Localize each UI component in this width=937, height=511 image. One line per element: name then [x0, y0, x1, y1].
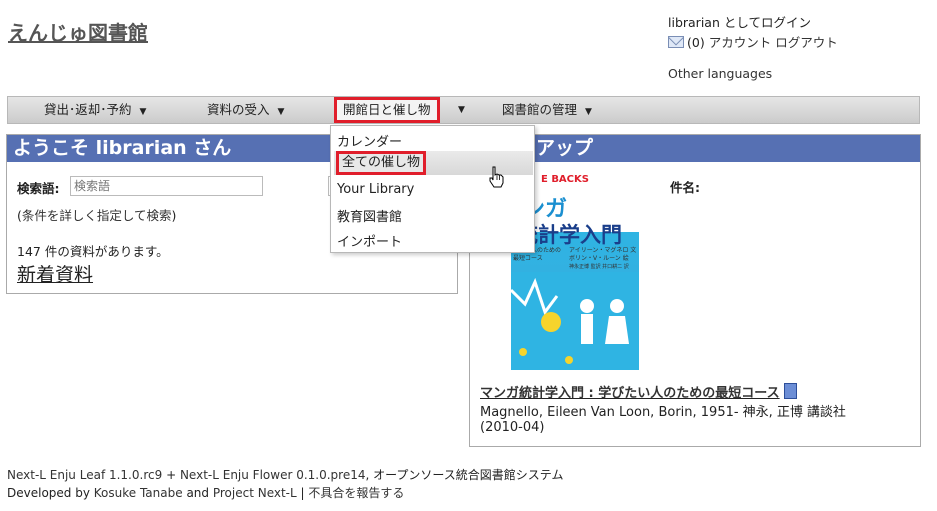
book-icon: [783, 383, 797, 399]
author-link[interactable]: 神永, 正博: [743, 405, 803, 420]
mail-icon[interactable]: [668, 36, 684, 48]
caret-down-icon: ▼: [139, 107, 147, 117]
events-dropdown-menu: カレンダー 全ての催し物 Your Library 教育図書館 インポート: [330, 125, 535, 253]
hand-cursor-icon: [489, 166, 504, 188]
cover-author-1: アイリーン・マグネロ 文: [569, 246, 636, 254]
cover-subtitle-2: 最短コース: [513, 254, 543, 262]
author-link[interactable]: Van Loon, Borin, 1951-: [591, 405, 739, 420]
menu-item-all-events-label: 全ての催し物: [336, 151, 427, 175]
book-authors: Magnello, Eileen Van Loon, Borin, 1951- 神永…: [480, 401, 850, 420]
login-status: librarian としてログイン: [668, 15, 811, 30]
publisher-link[interactable]: 講談社: [807, 405, 846, 420]
advanced-search-link[interactable]: 条件を詳しく指定して検索: [22, 208, 172, 223]
footer-line-1: Next-L Enju Leaf 1.1.0.rc9 + Next-L Enju…: [7, 468, 564, 482]
cover-author-2: ボリン・V・ルーン 絵: [569, 254, 629, 262]
report-bug-link[interactable]: 不具合を報告する: [308, 486, 404, 500]
account-link[interactable]: アカウント: [709, 35, 772, 50]
project-link[interactable]: Project Next-L: [213, 486, 297, 500]
book-date: (2010-04): [480, 420, 545, 435]
site-title-link[interactable]: えんじゅ図書館: [8, 17, 148, 46]
login-box: librarian としてログイン (0) アカウント ログアウト: [668, 13, 838, 53]
pickup-heading: アップ: [470, 135, 920, 162]
search-label: 検索語:: [17, 181, 60, 196]
cover-translator: 神永正博 監訳 井口耕二 訳: [569, 263, 629, 270]
nav-acquisition[interactable]: 資料の受入 ▼: [207, 97, 284, 123]
menu-item-education-library[interactable]: 教育図書館: [337, 206, 402, 225]
main-navbar: 貸出･返却･予約 ▼ 資料の受入 ▼ 開館日と催し物 ▼ 図書館の管理 ▼: [7, 96, 920, 124]
new-items-link[interactable]: 新着資料: [17, 260, 93, 287]
book-title: マンガ統計学入門 : 学びたい人のための最短コース: [480, 382, 797, 401]
nav-library-admin[interactable]: 図書館の管理 ▼: [502, 97, 592, 123]
other-languages-link[interactable]: Other languages: [668, 66, 772, 81]
cover-series: E BACKS: [541, 174, 589, 185]
logout-link[interactable]: ログアウト: [775, 35, 838, 50]
menu-item-import[interactable]: インポート: [337, 231, 402, 250]
book-title-link[interactable]: マンガ統計学入門 : 学びたい人のための最短コース: [480, 386, 780, 401]
search-input[interactable]: [70, 176, 263, 196]
menu-item-calendar[interactable]: カレンダー: [337, 131, 402, 150]
footer-line-2: Developed by Kosuke Tanabe and Project N…: [7, 486, 405, 500]
menu-item-your-library[interactable]: Your Library: [337, 182, 414, 197]
caret-down-icon: ▼: [277, 107, 285, 117]
caret-down-icon: ▼: [585, 107, 592, 117]
advanced-search: (条件を詳しく指定して検索): [17, 208, 177, 223]
subject-label: 件名:: [670, 180, 700, 195]
author-link[interactable]: Magnello, Eileen: [480, 405, 587, 420]
nav-circulation[interactable]: 貸出･返却･予約 ▼: [44, 97, 146, 123]
nav-events[interactable]: 開館日と催し物: [334, 97, 440, 123]
enju-leaf-link[interactable]: Next-L Enju Leaf 1.1.0.rc9: [7, 468, 162, 482]
enju-flower-link[interactable]: Next-L Enju Flower 0.1.0.pre14: [180, 468, 366, 482]
message-count: (0): [687, 35, 705, 50]
caret-down-icon: ▼: [458, 105, 465, 115]
item-count: 147 件の資料があります。: [17, 244, 169, 259]
developer-link[interactable]: Kosuke Tanabe: [94, 486, 183, 500]
